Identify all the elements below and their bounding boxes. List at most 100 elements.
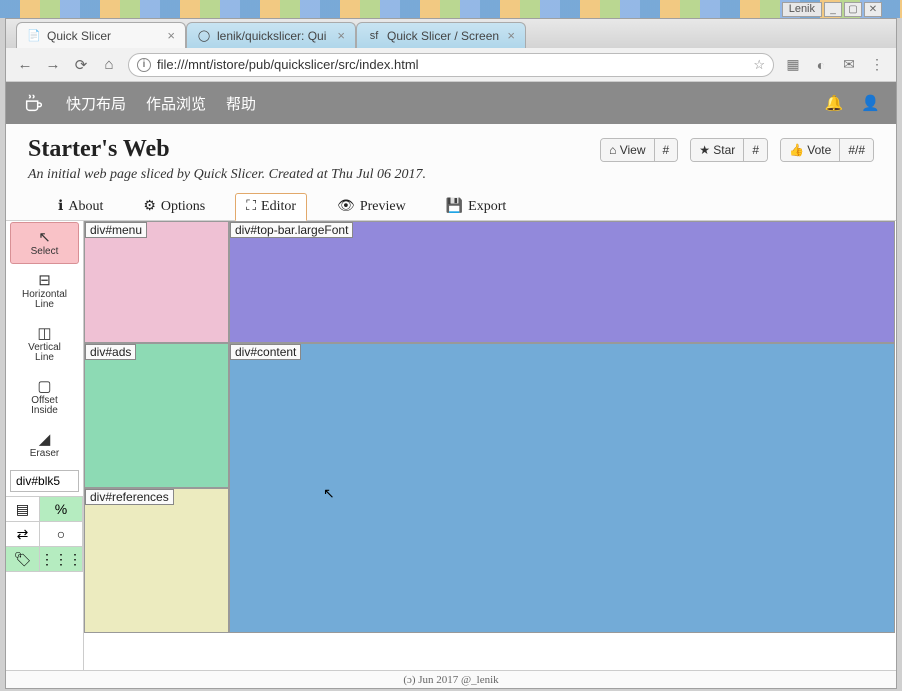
menu-icon[interactable]: ⋮ bbox=[868, 56, 886, 74]
tool-label: VerticalLine bbox=[28, 343, 61, 364]
region-tag: div#references bbox=[85, 489, 174, 505]
browser-tab[interactable]: ◯ lenik/quickslicer: Qui × bbox=[186, 22, 356, 48]
nav-item[interactable]: 快刀布局 bbox=[66, 93, 126, 114]
tab-icon: ℹ bbox=[58, 198, 63, 215]
stat-count: # bbox=[743, 139, 767, 161]
region-top-bar[interactable]: div#top-bar.largeFont bbox=[229, 221, 895, 343]
app-navbar: 快刀布局 作品浏览 帮助 🔔 👤 bbox=[6, 82, 896, 124]
page-content: 快刀布局 作品浏览 帮助 🔔 👤 Starter's Web An initia… bbox=[6, 82, 896, 688]
tab-favicon: sf bbox=[367, 29, 381, 43]
tab-close-icon[interactable]: × bbox=[167, 28, 175, 43]
tab-label: Quick Slicer / Screen bbox=[387, 29, 501, 43]
toggle-button[interactable]: ⋮⋮⋮ bbox=[39, 546, 83, 572]
maximize-button[interactable]: ▢ bbox=[844, 2, 862, 17]
select-icon: ↖ bbox=[38, 228, 51, 246]
tab-label: Export bbox=[468, 199, 506, 215]
tab-icon: 👁 bbox=[337, 198, 355, 215]
url-text: file:///mnt/istore/pub/quickslicer/src/i… bbox=[157, 57, 419, 72]
main-tab-options[interactable]: ⚙ Options bbox=[133, 193, 215, 220]
tool-select[interactable]: ↖Select bbox=[10, 222, 79, 264]
forward-button[interactable]: → bbox=[44, 56, 62, 73]
toggle-button[interactable]: ▤ bbox=[6, 496, 40, 522]
browser-window: 📄Quick Slicer×◯lenik/quickslicer: Qui×sf… bbox=[5, 18, 897, 689]
stat-group[interactable]: 👍 Vote#/# bbox=[780, 138, 874, 162]
region-content[interactable]: div#content bbox=[229, 343, 895, 633]
tab-close-icon[interactable]: × bbox=[337, 28, 345, 43]
tool-label: Select bbox=[31, 247, 59, 258]
address-bar[interactable]: i file:///mnt/istore/pub/quickslicer/src… bbox=[128, 53, 774, 77]
tool-hline[interactable]: ⊟HorizontalLine bbox=[10, 265, 79, 317]
stat-group[interactable]: ⌂ View# bbox=[600, 138, 678, 162]
layout-canvas[interactable]: div#menu div#ads div#references div#top-bar… bbox=[84, 221, 896, 670]
logo-icon[interactable] bbox=[22, 91, 46, 115]
tab-icon: 💾 bbox=[446, 198, 463, 215]
browser-toolbar: ← → ⟳ ⌂ i file:///mnt/istore/pub/quicksl… bbox=[6, 48, 896, 82]
offset-icon: ▢ bbox=[37, 377, 51, 395]
toggle-button[interactable]: ⇄ bbox=[6, 521, 40, 547]
tool-offset[interactable]: ▢OffsetInside bbox=[10, 371, 79, 423]
tab-icon: ⚙ bbox=[143, 198, 156, 215]
stat-label: 👍 Vote bbox=[781, 139, 839, 161]
tool-label: HorizontalLine bbox=[22, 290, 67, 311]
vline-icon: ◫ bbox=[37, 324, 51, 342]
page-subtitle: An initial web page sliced by Quick Slic… bbox=[28, 167, 426, 183]
toggle-button[interactable]: ○ bbox=[39, 521, 83, 547]
home-button[interactable]: ⌂ bbox=[100, 56, 118, 73]
region-menu[interactable]: div#menu bbox=[84, 221, 229, 343]
nav-item[interactable]: 帮助 bbox=[226, 93, 256, 114]
editor-workspace: ↖Select⊟HorizontalLine◫VerticalLine▢Offs… bbox=[6, 221, 896, 670]
tab-favicon: 📄 bbox=[27, 29, 41, 43]
toggle-button[interactable]: % bbox=[39, 496, 83, 522]
eraser-icon: ◢ bbox=[39, 430, 51, 448]
nav-item[interactable]: 作品浏览 bbox=[146, 93, 206, 114]
region-references[interactable]: div#references bbox=[84, 488, 229, 633]
main-tabs: ℹ About ⚙ Options ⛶ Editor 👁 Preview 💾 Export bbox=[6, 191, 896, 221]
minimize-button[interactable]: _ bbox=[824, 2, 842, 17]
tool-label: Eraser bbox=[30, 449, 59, 460]
extension-icon[interactable]: ◐ bbox=[812, 56, 830, 74]
tab-close-icon[interactable]: × bbox=[507, 28, 515, 43]
tool-vline[interactable]: ◫VerticalLine bbox=[10, 318, 79, 370]
main-tab-about[interactable]: ℹ About bbox=[48, 193, 113, 220]
user-icon[interactable]: 👤 bbox=[861, 94, 880, 112]
stat-count: # bbox=[654, 139, 678, 161]
tab-icon: ⛶ bbox=[246, 199, 256, 215]
back-button[interactable]: ← bbox=[16, 56, 34, 73]
qr-icon[interactable]: ▦ bbox=[784, 56, 802, 74]
browser-tab[interactable]: sf Quick Slicer / Screen × bbox=[356, 22, 526, 48]
page-title: Starter's Web bbox=[28, 136, 426, 163]
tab-label: Editor bbox=[261, 199, 296, 215]
bell-icon[interactable]: 🔔 bbox=[825, 94, 844, 112]
mail-icon[interactable]: ✉ bbox=[840, 56, 858, 74]
toggle-button[interactable]: 🏷 bbox=[6, 546, 40, 572]
tab-label: About bbox=[68, 199, 103, 215]
footer: (ɔ) Jun 2017 @_lenik bbox=[6, 670, 896, 688]
region-tag: div#menu bbox=[85, 222, 147, 238]
star-icon[interactable]: ☆ bbox=[753, 57, 765, 73]
region-tag: div#ads bbox=[85, 344, 136, 360]
tab-label: Preview bbox=[360, 199, 406, 215]
stat-label: ⌂ View bbox=[601, 139, 653, 161]
main-tab-editor[interactable]: ⛶ Editor bbox=[235, 193, 307, 221]
tab-label: Options bbox=[161, 199, 205, 215]
region-tag: div#top-bar.largeFont bbox=[230, 222, 353, 238]
selector-input[interactable]: div#blk5 bbox=[10, 470, 79, 492]
reload-button[interactable]: ⟳ bbox=[72, 56, 90, 74]
os-titlebar: Lenik _ ▢ ✕ bbox=[782, 0, 882, 18]
stat-buttons: ⌂ View#★ Star#👍 Vote#/# bbox=[600, 138, 874, 162]
close-button[interactable]: ✕ bbox=[864, 2, 882, 17]
tool-eraser[interactable]: ◢Eraser bbox=[10, 424, 79, 466]
browser-tab[interactable]: 📄Quick Slicer× bbox=[16, 22, 186, 48]
tab-label: lenik/quickslicer: Qui bbox=[217, 29, 331, 43]
main-tab-export[interactable]: 💾 Export bbox=[436, 193, 517, 220]
stat-count: #/# bbox=[839, 139, 873, 161]
stat-label: ★ Star bbox=[691, 139, 743, 161]
region-ads[interactable]: div#ads bbox=[84, 343, 229, 488]
info-icon: i bbox=[137, 58, 151, 72]
tab-favicon: ◯ bbox=[197, 29, 211, 43]
tool-label: OffsetInside bbox=[31, 396, 58, 417]
browser-tab-strip: 📄Quick Slicer×◯lenik/quickslicer: Qui×sf… bbox=[6, 19, 896, 48]
stat-group[interactable]: ★ Star# bbox=[690, 138, 768, 162]
tool-palette: ↖Select⊟HorizontalLine◫VerticalLine▢Offs… bbox=[6, 221, 84, 670]
main-tab-preview[interactable]: 👁 Preview bbox=[327, 193, 416, 220]
